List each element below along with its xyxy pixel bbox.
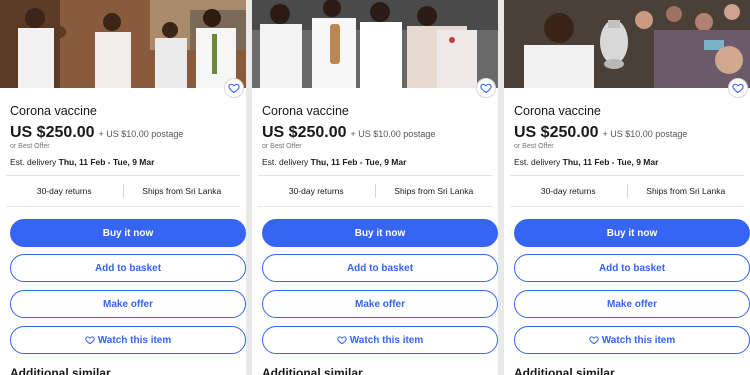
section-heading-truncated: Additional similar ... [514,366,629,375]
price: US $250.00 [514,124,599,141]
price: US $250.00 [262,124,347,141]
watch-item-button[interactable]: Watch this item [10,326,246,354]
delivery-dates: Thu, 11 Feb - Tue, 9 Mar [562,157,659,167]
price-row: US $250.00 + US $10.00 postage [262,124,435,142]
best-offer-label: or Best Offer [514,143,554,150]
postage: + US $10.00 postage [98,129,184,139]
info-row: 30-day returns Ships from Sri Lanka [510,176,744,206]
section-heading-truncated: Additional similar ... [262,366,377,375]
photo-man-with-pot-crowd-image [504,0,750,88]
watch-item-button[interactable]: Watch this item [514,326,750,354]
heart-icon[interactable] [728,78,748,98]
delivery-estimate: Est. delivery Thu, 11 Feb - Tue, 9 Mar [514,157,658,167]
returns-info[interactable]: 30-day returns [6,186,123,196]
price: US $250.00 [10,124,95,141]
divider [510,206,744,207]
watch-label: Watch this item [349,334,424,346]
ships-from-info[interactable]: Ships from Sri Lanka [628,186,745,196]
listing-photo[interactable] [504,0,750,88]
make-offer-button[interactable]: Make offer [514,290,750,318]
heart-icon [85,336,95,345]
price-row: US $250.00 + US $10.00 postage [10,124,183,142]
add-to-basket-button[interactable]: Add to basket [10,254,246,282]
listing-title[interactable]: Corona vaccine [262,104,349,118]
divider [258,206,492,207]
buy-it-now-button[interactable]: Buy it now [10,219,246,247]
buy-it-now-button[interactable]: Buy it now [262,219,498,247]
delivery-label: Est. delivery [514,157,561,167]
heart-icon[interactable] [476,78,496,98]
ships-from-info[interactable]: Ships from Sri Lanka [376,186,493,196]
delivery-label: Est. delivery [10,157,57,167]
add-to-basket-button[interactable]: Add to basket [262,254,498,282]
listing-title[interactable]: Corona vaccine [514,104,601,118]
postage: + US $10.00 postage [350,129,436,139]
listing-photo[interactable] [252,0,498,88]
heart-icon[interactable] [224,78,244,98]
ships-from-info[interactable]: Ships from Sri Lanka [124,186,241,196]
best-offer-label: or Best Offer [10,143,50,150]
watch-label: Watch this item [97,334,172,346]
divider [6,206,240,207]
returns-info[interactable]: 30-day returns [510,186,627,196]
delivery-dates: Thu, 11 Feb - Tue, 9 Mar [58,157,155,167]
price-row: US $250.00 + US $10.00 postage [514,124,687,142]
returns-info[interactable]: 30-day returns [258,186,375,196]
section-heading-truncated: Additional similar ... [10,366,125,375]
listing-panel-1: Corona vaccine US $250.00 + US $10.00 po… [0,0,246,375]
make-offer-button[interactable]: Make offer [10,290,246,318]
delivery-label: Est. delivery [262,157,309,167]
add-to-basket-button[interactable]: Add to basket [514,254,750,282]
heart-icon [589,336,599,345]
best-offer-label: or Best Offer [262,143,302,150]
listing-panel-2: Corona vaccine US $250.00 + US $10.00 po… [252,0,498,375]
make-offer-button[interactable]: Make offer [262,290,498,318]
listing-panel-3: Corona vaccine US $250.00 + US $10.00 po… [504,0,750,375]
postage: + US $10.00 postage [602,129,688,139]
heart-icon [337,336,347,345]
info-row: 30-day returns Ships from Sri Lanka [258,176,492,206]
delivery-estimate: Est. delivery Thu, 11 Feb - Tue, 9 Mar [10,157,154,167]
buy-it-now-button[interactable]: Buy it now [514,219,750,247]
delivery-dates: Thu, 11 Feb - Tue, 9 Mar [310,157,407,167]
delivery-estimate: Est. delivery Thu, 11 Feb - Tue, 9 Mar [262,157,406,167]
info-row: 30-day returns Ships from Sri Lanka [6,176,240,206]
photo-group-with-bottle-image [252,0,498,88]
watch-label: Watch this item [601,334,676,346]
listing-panels: Corona vaccine US $250.00 + US $10.00 po… [0,0,750,375]
listing-title[interactable]: Corona vaccine [10,104,97,118]
watch-item-button[interactable]: Watch this item [262,326,498,354]
listing-photo[interactable] [0,0,246,88]
photo-men-in-office-image [0,0,246,88]
